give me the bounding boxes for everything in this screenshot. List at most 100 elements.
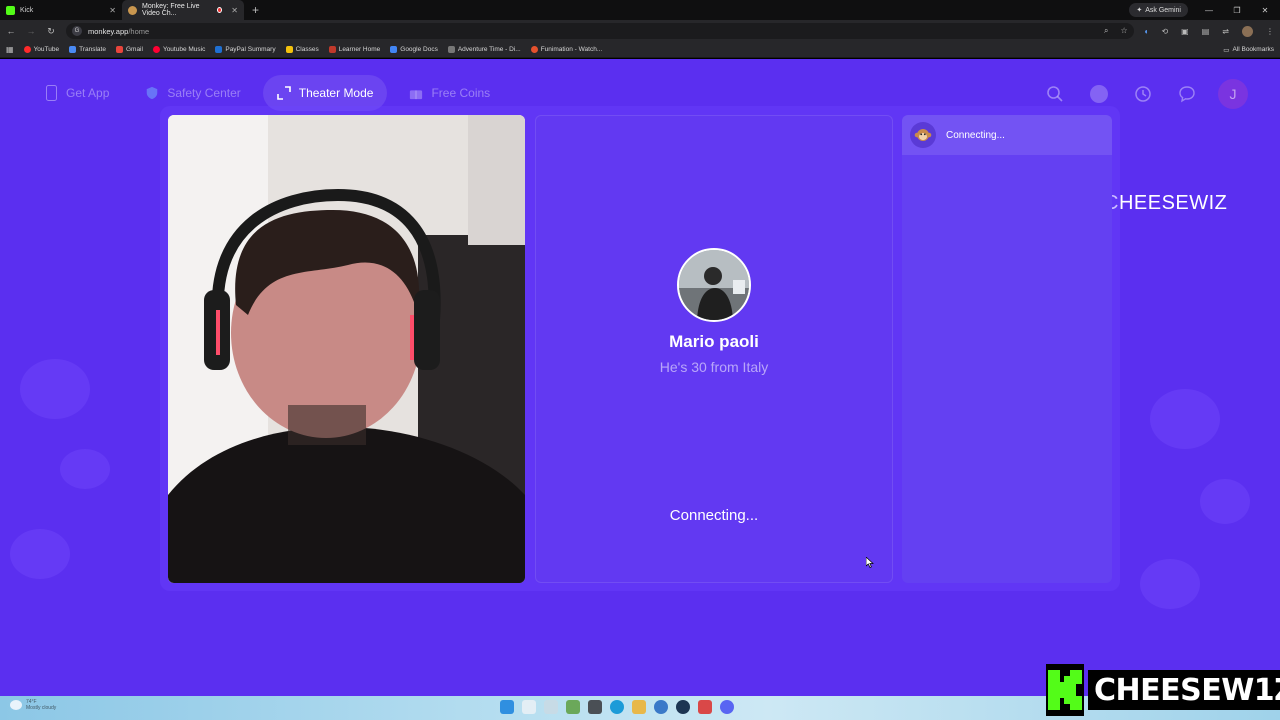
messages-icon[interactable] bbox=[1174, 81, 1200, 107]
self-camera-feed bbox=[168, 115, 525, 583]
all-bookmarks[interactable]: ▭ All Bookmarks bbox=[1223, 46, 1274, 54]
close-icon[interactable]: ✕ bbox=[109, 6, 116, 15]
youtube-music-icon bbox=[152, 46, 160, 53]
new-tab-icon[interactable]: + bbox=[244, 3, 267, 17]
zoom-icon[interactable]: ⌕ bbox=[1104, 26, 1108, 36]
streamer-name-overlay: CHEESEWIZ bbox=[1104, 192, 1228, 214]
discord-icon[interactable] bbox=[720, 700, 734, 714]
chat-panel: Connecting... bbox=[902, 115, 1112, 583]
coins-icon[interactable] bbox=[1086, 81, 1112, 107]
chat-header: Connecting... bbox=[902, 115, 1112, 155]
tab-title: Monkey: Free Live Video Ch... bbox=[142, 3, 200, 17]
background-blob bbox=[1140, 559, 1200, 609]
monkey-icon bbox=[910, 122, 936, 148]
widgets-icon[interactable] bbox=[544, 700, 558, 714]
profile-avatar[interactable] bbox=[1242, 25, 1253, 37]
close-icon[interactable]: ✕ bbox=[231, 6, 238, 15]
background-blob bbox=[20, 359, 90, 419]
chat-status: Connecting... bbox=[946, 129, 1005, 141]
bookmark-label: Gmail bbox=[125, 46, 143, 53]
steam-icon[interactable] bbox=[676, 700, 690, 714]
bookmark-paypal[interactable]: PayPal Summary bbox=[215, 46, 276, 53]
extension-icon[interactable]: ⟲ bbox=[1161, 27, 1168, 36]
bookmark-youtube[interactable]: YouTube bbox=[23, 46, 59, 53]
back-icon[interactable]: ← bbox=[6, 26, 16, 36]
ask-gemini-button[interactable]: ✦ Ask Gemini bbox=[1129, 3, 1188, 17]
tab-monkey[interactable]: Monkey: Free Live Video Ch... ✕ bbox=[122, 0, 244, 20]
close-window-icon[interactable]: ✕ bbox=[1258, 6, 1272, 15]
bookmark-label: Google Docs bbox=[400, 46, 438, 53]
more-menu-icon[interactable]: ⋮ bbox=[1266, 27, 1274, 36]
search-icon[interactable] bbox=[522, 700, 536, 714]
background-blob bbox=[1150, 389, 1220, 449]
funimation-icon bbox=[530, 46, 538, 53]
forward-icon[interactable]: → bbox=[26, 26, 36, 36]
tab-title: Kick bbox=[20, 6, 34, 14]
bookmark-learner-home[interactable]: Learner Home bbox=[328, 46, 381, 53]
history-clock-icon[interactable] bbox=[1130, 81, 1156, 107]
weather-widget[interactable]: 74°F Mostly cloudy bbox=[10, 699, 56, 711]
audio-icon[interactable]: ◖ bbox=[1144, 27, 1149, 36]
expand-icon bbox=[276, 85, 291, 101]
bookmarks-bar: ▦ YouTube Translate Gmail Youtube Music … bbox=[0, 42, 1280, 58]
gift-icon bbox=[409, 85, 423, 101]
site-info-icon[interactable]: G bbox=[72, 26, 82, 36]
theater-mode-label: Theater Mode bbox=[298, 86, 374, 100]
address-bar[interactable]: G monkey.app/home ⌕ ☆ bbox=[66, 23, 1134, 39]
bookmark-star-icon[interactable]: ☆ bbox=[1120, 26, 1127, 36]
safety-center-label: Safety Center bbox=[167, 86, 241, 100]
taskbar-apps bbox=[500, 700, 734, 714]
docs-icon bbox=[390, 46, 398, 53]
bookmark-funimation[interactable]: Funimation - Watch... bbox=[530, 46, 602, 53]
bookmark-label: Classes bbox=[295, 46, 319, 53]
adventure-time-icon bbox=[447, 46, 455, 53]
bookmark-translate[interactable]: Translate bbox=[69, 46, 106, 53]
mouse-cursor-icon bbox=[866, 557, 874, 568]
url-host: monkey.app bbox=[88, 26, 129, 36]
apps-grid-icon[interactable]: ▦ bbox=[6, 45, 14, 54]
peer-avatar bbox=[677, 248, 751, 322]
gmail-icon bbox=[115, 46, 123, 53]
all-bookmarks-label: All Bookmarks bbox=[1232, 46, 1274, 53]
edge-icon[interactable] bbox=[610, 700, 624, 714]
bookmark-adventure-time[interactable]: Adventure Time - Di... bbox=[447, 46, 521, 53]
bookmark-label: Learner Home bbox=[338, 46, 381, 53]
chrome-icon[interactable] bbox=[654, 700, 668, 714]
bookmark-youtube-music[interactable]: Youtube Music bbox=[152, 46, 205, 53]
paypal-icon bbox=[215, 46, 223, 53]
webcam-video bbox=[168, 115, 525, 583]
translate-icon bbox=[69, 46, 77, 53]
reload-icon[interactable]: ↻ bbox=[46, 26, 56, 37]
minimize-icon[interactable]: — bbox=[1202, 6, 1216, 15]
sidepanel-icon[interactable]: ▤ bbox=[1202, 27, 1210, 36]
browser-tab-bar: Kick ✕ Monkey: Free Live Video Ch... ✕ +… bbox=[0, 0, 1280, 20]
extensions-puzzle-icon[interactable]: ▣ bbox=[1181, 27, 1189, 36]
learner-icon bbox=[328, 46, 336, 53]
start-icon[interactable] bbox=[500, 700, 514, 714]
search-icon[interactable] bbox=[1042, 81, 1068, 107]
bookmark-label: Translate bbox=[79, 46, 106, 53]
browser-toolbar: ← → ↻ G monkey.app/home ⌕ ☆ ◖ ⟲ ▣ ▤ ⇌ ⋮ bbox=[0, 20, 1280, 42]
file-explorer-icon[interactable] bbox=[632, 700, 646, 714]
menu-lines-icon[interactable]: ⇌ bbox=[1222, 27, 1229, 36]
tab-kick[interactable]: Kick ✕ bbox=[0, 0, 122, 20]
shield-icon bbox=[145, 85, 159, 101]
background-blob bbox=[10, 529, 70, 579]
files-icon[interactable] bbox=[588, 700, 602, 714]
right-nav: J bbox=[1042, 79, 1248, 109]
profile-avatar[interactable]: J bbox=[1218, 79, 1248, 109]
bookmark-gmail[interactable]: Gmail bbox=[115, 46, 143, 53]
restore-icon[interactable]: ❐ bbox=[1230, 6, 1244, 15]
bookmark-classes[interactable]: Classes bbox=[285, 46, 319, 53]
cloud-icon bbox=[10, 700, 22, 710]
background-blob bbox=[1200, 479, 1250, 524]
peer-photo bbox=[679, 250, 749, 320]
game-icon[interactable] bbox=[698, 700, 712, 714]
bookmark-google-docs[interactable]: Google Docs bbox=[390, 46, 438, 53]
photos-icon[interactable] bbox=[566, 700, 580, 714]
weather-desc: Mostly cloudy bbox=[26, 705, 57, 711]
phone-icon bbox=[44, 85, 58, 101]
get-app-button[interactable]: Get App bbox=[30, 75, 123, 111]
url-path: /home bbox=[128, 26, 150, 36]
youtube-icon bbox=[23, 46, 31, 53]
